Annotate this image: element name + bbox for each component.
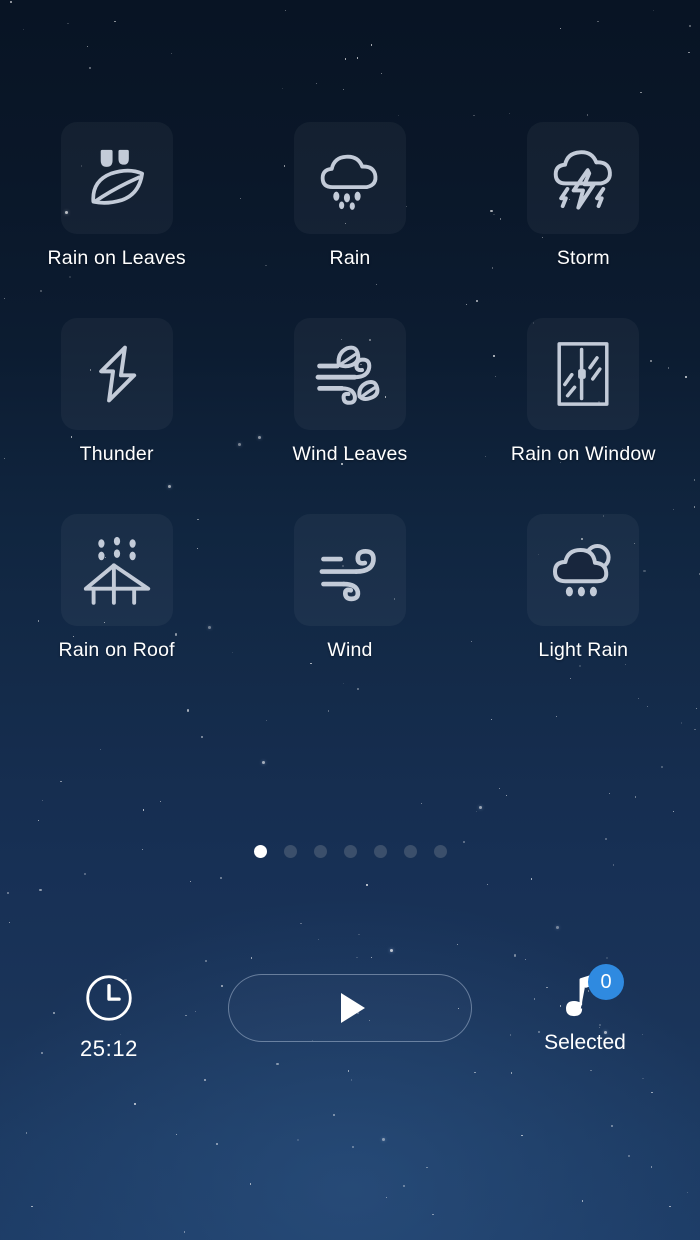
sound-tile-label: Wind Leaves bbox=[292, 443, 408, 465]
tile-surface[interactable] bbox=[527, 122, 640, 234]
wind-icon bbox=[319, 548, 376, 602]
rain-on-window-icon bbox=[557, 342, 609, 406]
tile-surface[interactable] bbox=[527, 318, 640, 430]
sound-tile-light-rain[interactable]: Light Rain bbox=[467, 514, 700, 662]
rain-cloud-icon bbox=[320, 154, 378, 210]
play-button[interactable] bbox=[228, 974, 472, 1042]
timer-value: 25:12 bbox=[79, 1036, 139, 1061]
sound-tile-label: Thunder bbox=[79, 443, 154, 465]
sound-tile-rain-on-leaves[interactable]: Rain on Leaves bbox=[0, 122, 233, 270]
tile-surface[interactable] bbox=[293, 318, 406, 430]
lightning-bolt-icon bbox=[98, 345, 136, 403]
selected-label: Selected bbox=[544, 1031, 626, 1054]
tile-surface[interactable] bbox=[293, 514, 406, 626]
sound-tile-wind[interactable]: Wind bbox=[233, 514, 466, 662]
page-dot-5[interactable] bbox=[373, 845, 387, 858]
page-dot-4[interactable] bbox=[343, 845, 357, 858]
sound-tile-rain-on-roof[interactable]: Rain on Roof bbox=[0, 514, 233, 662]
page-indicator[interactable] bbox=[0, 845, 700, 858]
sound-grid: Rain on Leaves Rain Storm Thunder Wind L… bbox=[0, 122, 700, 662]
tile-surface[interactable] bbox=[60, 514, 173, 626]
selected-sounds-button[interactable]: 0 Selected bbox=[520, 964, 650, 1055]
tile-surface[interactable] bbox=[60, 318, 173, 430]
storm-cloud-lightning-icon bbox=[554, 150, 613, 210]
tile-surface[interactable] bbox=[293, 122, 406, 234]
sound-tile-wind-leaves[interactable]: Wind Leaves bbox=[233, 318, 466, 466]
sound-tile-label: Rain bbox=[329, 247, 371, 269]
sound-tile-label: Rain on Leaves bbox=[47, 247, 186, 269]
rain-on-leaves-icon bbox=[91, 149, 144, 205]
light-rain-sun-cloud-icon bbox=[553, 544, 611, 597]
page-dot-7[interactable] bbox=[433, 845, 447, 858]
selected-icon-wrap: 0 bbox=[546, 964, 624, 1022]
sound-tile-label: Rain on Roof bbox=[58, 639, 175, 661]
play-triangle-icon bbox=[340, 993, 365, 1023]
player-controls: 25:12 0 Selected bbox=[0, 960, 700, 1080]
sound-tile-thunder[interactable]: Thunder bbox=[0, 318, 233, 466]
sound-tile-rain[interactable]: Rain bbox=[233, 122, 466, 270]
tile-surface[interactable] bbox=[60, 122, 173, 234]
tile-surface[interactable] bbox=[527, 514, 640, 626]
timer-button[interactable]: 25:12 bbox=[58, 970, 160, 1062]
sound-tile-label: Wind bbox=[327, 639, 373, 661]
wind-leaves-icon bbox=[315, 345, 380, 405]
rain-on-roof-icon bbox=[83, 536, 150, 605]
page-dot-2[interactable] bbox=[283, 845, 297, 858]
sound-tile-label: Storm bbox=[556, 247, 610, 269]
sound-tile-rain-on-window[interactable]: Rain on Window bbox=[467, 318, 700, 466]
clock-icon bbox=[86, 975, 132, 1021]
page-dot-1[interactable] bbox=[253, 845, 267, 858]
sound-tile-storm[interactable]: Storm bbox=[467, 122, 700, 270]
page-dot-6[interactable] bbox=[403, 845, 417, 858]
sound-tile-label: Rain on Window bbox=[510, 443, 656, 465]
sound-tile-label: Light Rain bbox=[538, 639, 629, 661]
page-dot-3[interactable] bbox=[313, 845, 327, 858]
selected-count-badge: 0 bbox=[588, 964, 624, 1000]
